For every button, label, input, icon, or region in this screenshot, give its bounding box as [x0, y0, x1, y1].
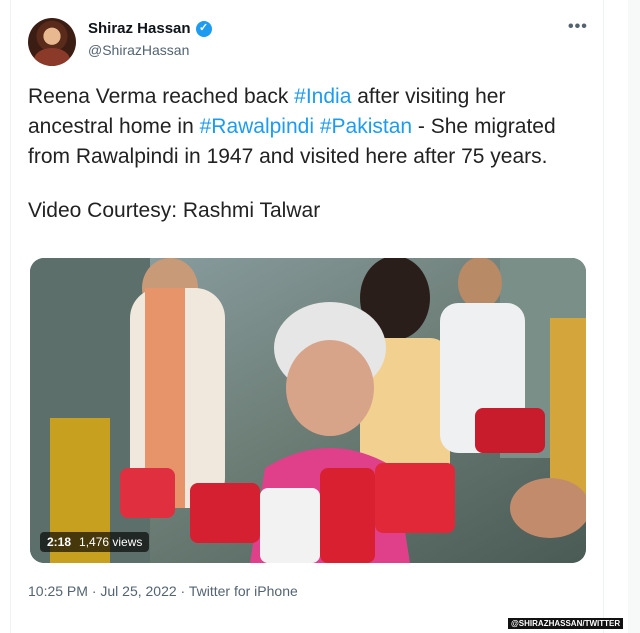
- background-strip: [628, 0, 640, 633]
- tweet-text-span: Reena Verma reached back: [28, 85, 295, 108]
- tweet-timestamp[interactable]: 10:25 PM · Jul 25, 2022 · Twitter for iP…: [28, 583, 298, 599]
- watermark: @SHIRAZHASSAN/TWITTER: [508, 618, 624, 629]
- video-courtesy: Video Courtesy: Rashmi Talwar: [28, 199, 321, 222]
- avatar[interactable]: [28, 18, 76, 66]
- hashtag-india[interactable]: #India: [294, 85, 351, 108]
- verified-badge-icon: ✓: [195, 20, 212, 37]
- video-views: 1,476 views: [79, 535, 143, 549]
- video-duration: 2:18: [47, 535, 72, 549]
- hashtag-rawalpindi[interactable]: #Rawalpindi: [200, 115, 314, 138]
- author-handle[interactable]: @ShirazHassan: [88, 42, 189, 58]
- more-options-icon[interactable]: •••: [568, 18, 588, 36]
- video-stats-badge: 2:18 1,476 views: [40, 532, 150, 552]
- author-name-row: Shiraz Hassan ✓: [88, 20, 212, 37]
- author-display-name[interactable]: Shiraz Hassan: [88, 20, 191, 37]
- tweet-text: Reena Verma reached back #India after vi…: [28, 82, 593, 250]
- hashtag-pakistan[interactable]: #Pakistan: [320, 115, 412, 138]
- video-player[interactable]: [30, 258, 586, 563]
- tweet-paragraph: Reena Verma reached back #India after vi…: [28, 82, 593, 172]
- video-thumbnail: [30, 258, 586, 563]
